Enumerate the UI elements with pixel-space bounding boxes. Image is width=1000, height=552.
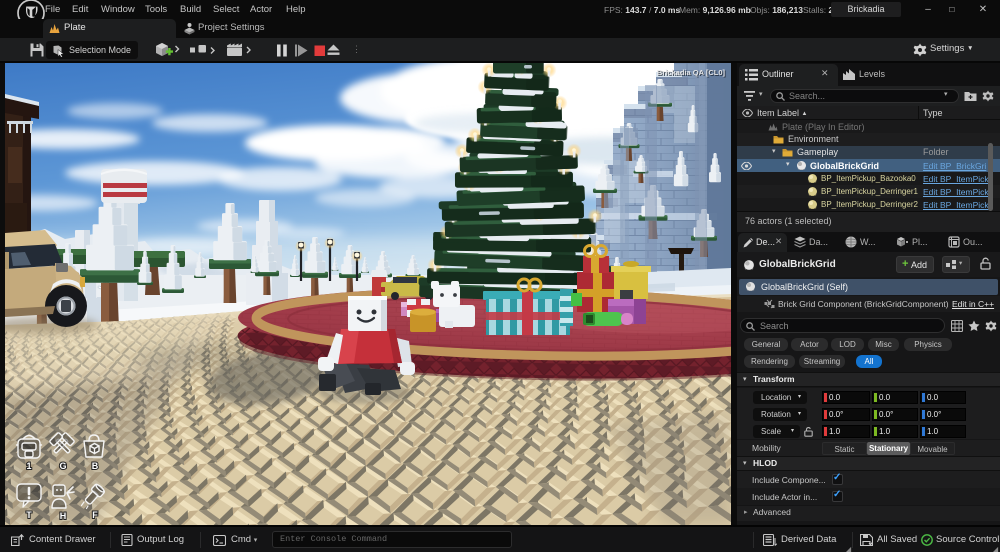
svg-text:B: B [92,461,99,471]
svg-text:Brickadia QA [CL0]: Brickadia QA [CL0] [657,68,726,77]
svg-text:1: 1 [26,461,31,471]
svg-text:G: G [59,461,66,471]
svg-text:T: T [26,510,32,520]
svg-text:F: F [92,510,98,520]
svg-text:H: H [60,511,67,521]
